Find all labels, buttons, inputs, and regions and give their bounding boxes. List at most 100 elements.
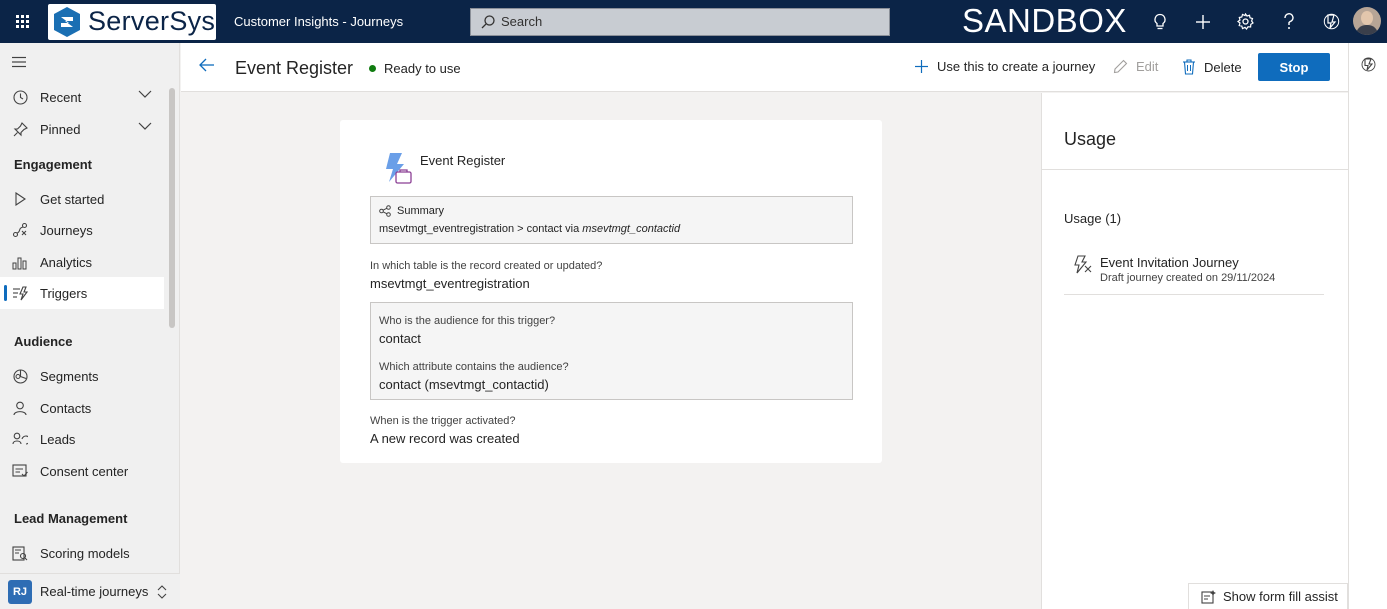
lightbulb-button[interactable] [1138,0,1181,43]
usage-count: Usage (1) [1064,211,1122,226]
sidebar-item-recent[interactable]: Recent [0,81,164,113]
gear-icon [1237,13,1254,30]
sidebar-item-contacts[interactable]: Contacts [0,392,164,424]
sidebar: Recent Pinned Engagement Get started Jou… [0,43,180,609]
summary-relation: msevtmgt_eventregistration > contact via [379,223,580,235]
sidebar-item-analytics[interactable]: Analytics [0,246,164,278]
brand-logo-icon [54,6,80,37]
delete-button[interactable]: Delete [1182,59,1242,75]
search-icon [481,14,495,28]
plus-icon [915,60,928,73]
usage-title: Usage [1064,129,1117,149]
use-journey-button[interactable]: Use this to create a journey [914,59,1095,74]
top-bar: ServerSys Customer Insights - Journeys S… [0,0,1387,43]
edit-button[interactable]: Edit [1113,59,1158,74]
trash-icon [1183,59,1195,75]
table-field-label: In which table is the record created or … [370,260,603,272]
audience-field-value: contact [379,331,421,346]
journeys-icon [12,222,28,238]
card-title: Event Register [420,153,506,168]
area-badge: RJ [8,579,32,604]
page-title: Event Register [235,58,354,78]
trigger-lightning-icon [382,152,414,189]
sidebar-item-label: Consent center [40,463,129,479]
search-placeholder: Search [501,14,543,29]
activated-field-label: When is the trigger activated? [370,415,516,427]
question-icon [1283,13,1294,29]
usage-item[interactable]: Event Invitation Journey Draft journey c… [1064,243,1324,295]
copilot-icon [1323,13,1340,30]
person-icon [12,400,28,416]
journey-lightning-icon [1072,255,1092,278]
scoring-icon [12,545,28,561]
app-title[interactable]: Customer Insights - Journeys [234,14,462,29]
copilot-button[interactable] [1310,0,1353,43]
attribute-field-value: contact (msevtmgt_contactid) [379,377,549,392]
waffle-icon [15,15,29,28]
usage-divider [1042,169,1349,170]
pencil-icon [1113,59,1128,74]
sidebar-item-label: Pinned [40,121,81,137]
summary-text: msevtmgt_eventregistration > contact via… [379,223,680,235]
sidebar-item-segments[interactable]: Segments [0,360,164,392]
lightbulb-icon [1153,13,1166,29]
area-switcher[interactable]: RJ Real-time journeys [0,573,180,609]
chevron-up-down-icon [157,584,167,599]
status-dot-icon [369,65,376,72]
status-badge: Ready to use [369,61,461,76]
sidebar-item-label: Get started [40,191,105,207]
hamburger-icon [12,56,26,68]
command-bar: Event Register Ready to use Use this to … [181,43,1348,92]
group-title-lead-management: Lead Management [14,511,128,526]
sidebar-item-get-started[interactable]: Get started [0,183,164,215]
stop-button[interactable]: Stop [1258,53,1330,81]
copilot-side-button[interactable] [1361,57,1376,75]
form-assist-icon [1201,590,1216,604]
sidebar-item-consent-center[interactable]: Consent center [0,455,164,487]
help-button[interactable] [1267,0,1310,43]
play-icon [12,191,28,207]
sidebar-item-triggers[interactable]: Triggers [0,277,164,309]
environment-label: SANDBOX [962,2,1127,39]
sidebar-item-leads[interactable]: Leads [0,423,164,455]
consent-icon [12,463,28,479]
form-fill-assist-button[interactable]: Show form fill assist [1188,583,1348,609]
delete-label: Delete [1204,59,1242,75]
plus-icon [1195,14,1210,29]
sidebar-item-journeys[interactable]: Journeys [0,214,164,246]
leads-icon [12,431,28,447]
audience-box: Who is the audience for this trigger? co… [370,302,853,400]
chevron-down-icon[interactable] [138,122,152,130]
form-fill-assist-label: Show form fill assist [1223,589,1338,604]
pin-icon [12,121,28,137]
sidebar-scrollbar[interactable] [169,88,175,328]
share-nodes-icon [379,205,391,217]
sidebar-item-label: Analytics [40,254,93,270]
summary-label: Summary [397,205,445,217]
sidebar-item-scoring-models[interactable]: Scoring models [0,537,164,569]
audience-field-label: Who is the audience for this trigger? [379,315,556,327]
hamburger-button[interactable] [11,56,27,71]
user-avatar[interactable] [1353,7,1381,35]
triggers-icon [12,285,28,301]
settings-button[interactable] [1224,0,1267,43]
chevron-down-icon[interactable] [138,90,152,98]
app-launcher-button[interactable] [0,0,44,43]
clock-icon [12,89,28,105]
edit-label: Edit [1136,59,1159,74]
sidebar-item-label: Journeys [40,222,93,238]
search-box[interactable]: Search [470,7,890,36]
sidebar-item-label: Triggers [40,285,88,301]
copilot-icon [1361,57,1376,72]
table-field-value: msevtmgt_eventregistration [370,276,530,291]
brand-logo[interactable]: ServerSys [48,3,216,40]
sidebar-item-label: Scoring models [40,545,130,561]
brand-name: ServerSys [88,6,216,36]
sidebar-item-pinned[interactable]: Pinned [0,113,164,145]
new-button[interactable] [1181,0,1224,43]
arrow-left-icon [199,58,214,72]
usage-item-name[interactable]: Event Invitation Journey [1100,255,1239,270]
activated-field-value: A new record was created [370,431,520,446]
trigger-detail-card: Event Register Summary msevtmgt_eventreg… [340,120,882,463]
back-button[interactable] [199,58,215,75]
